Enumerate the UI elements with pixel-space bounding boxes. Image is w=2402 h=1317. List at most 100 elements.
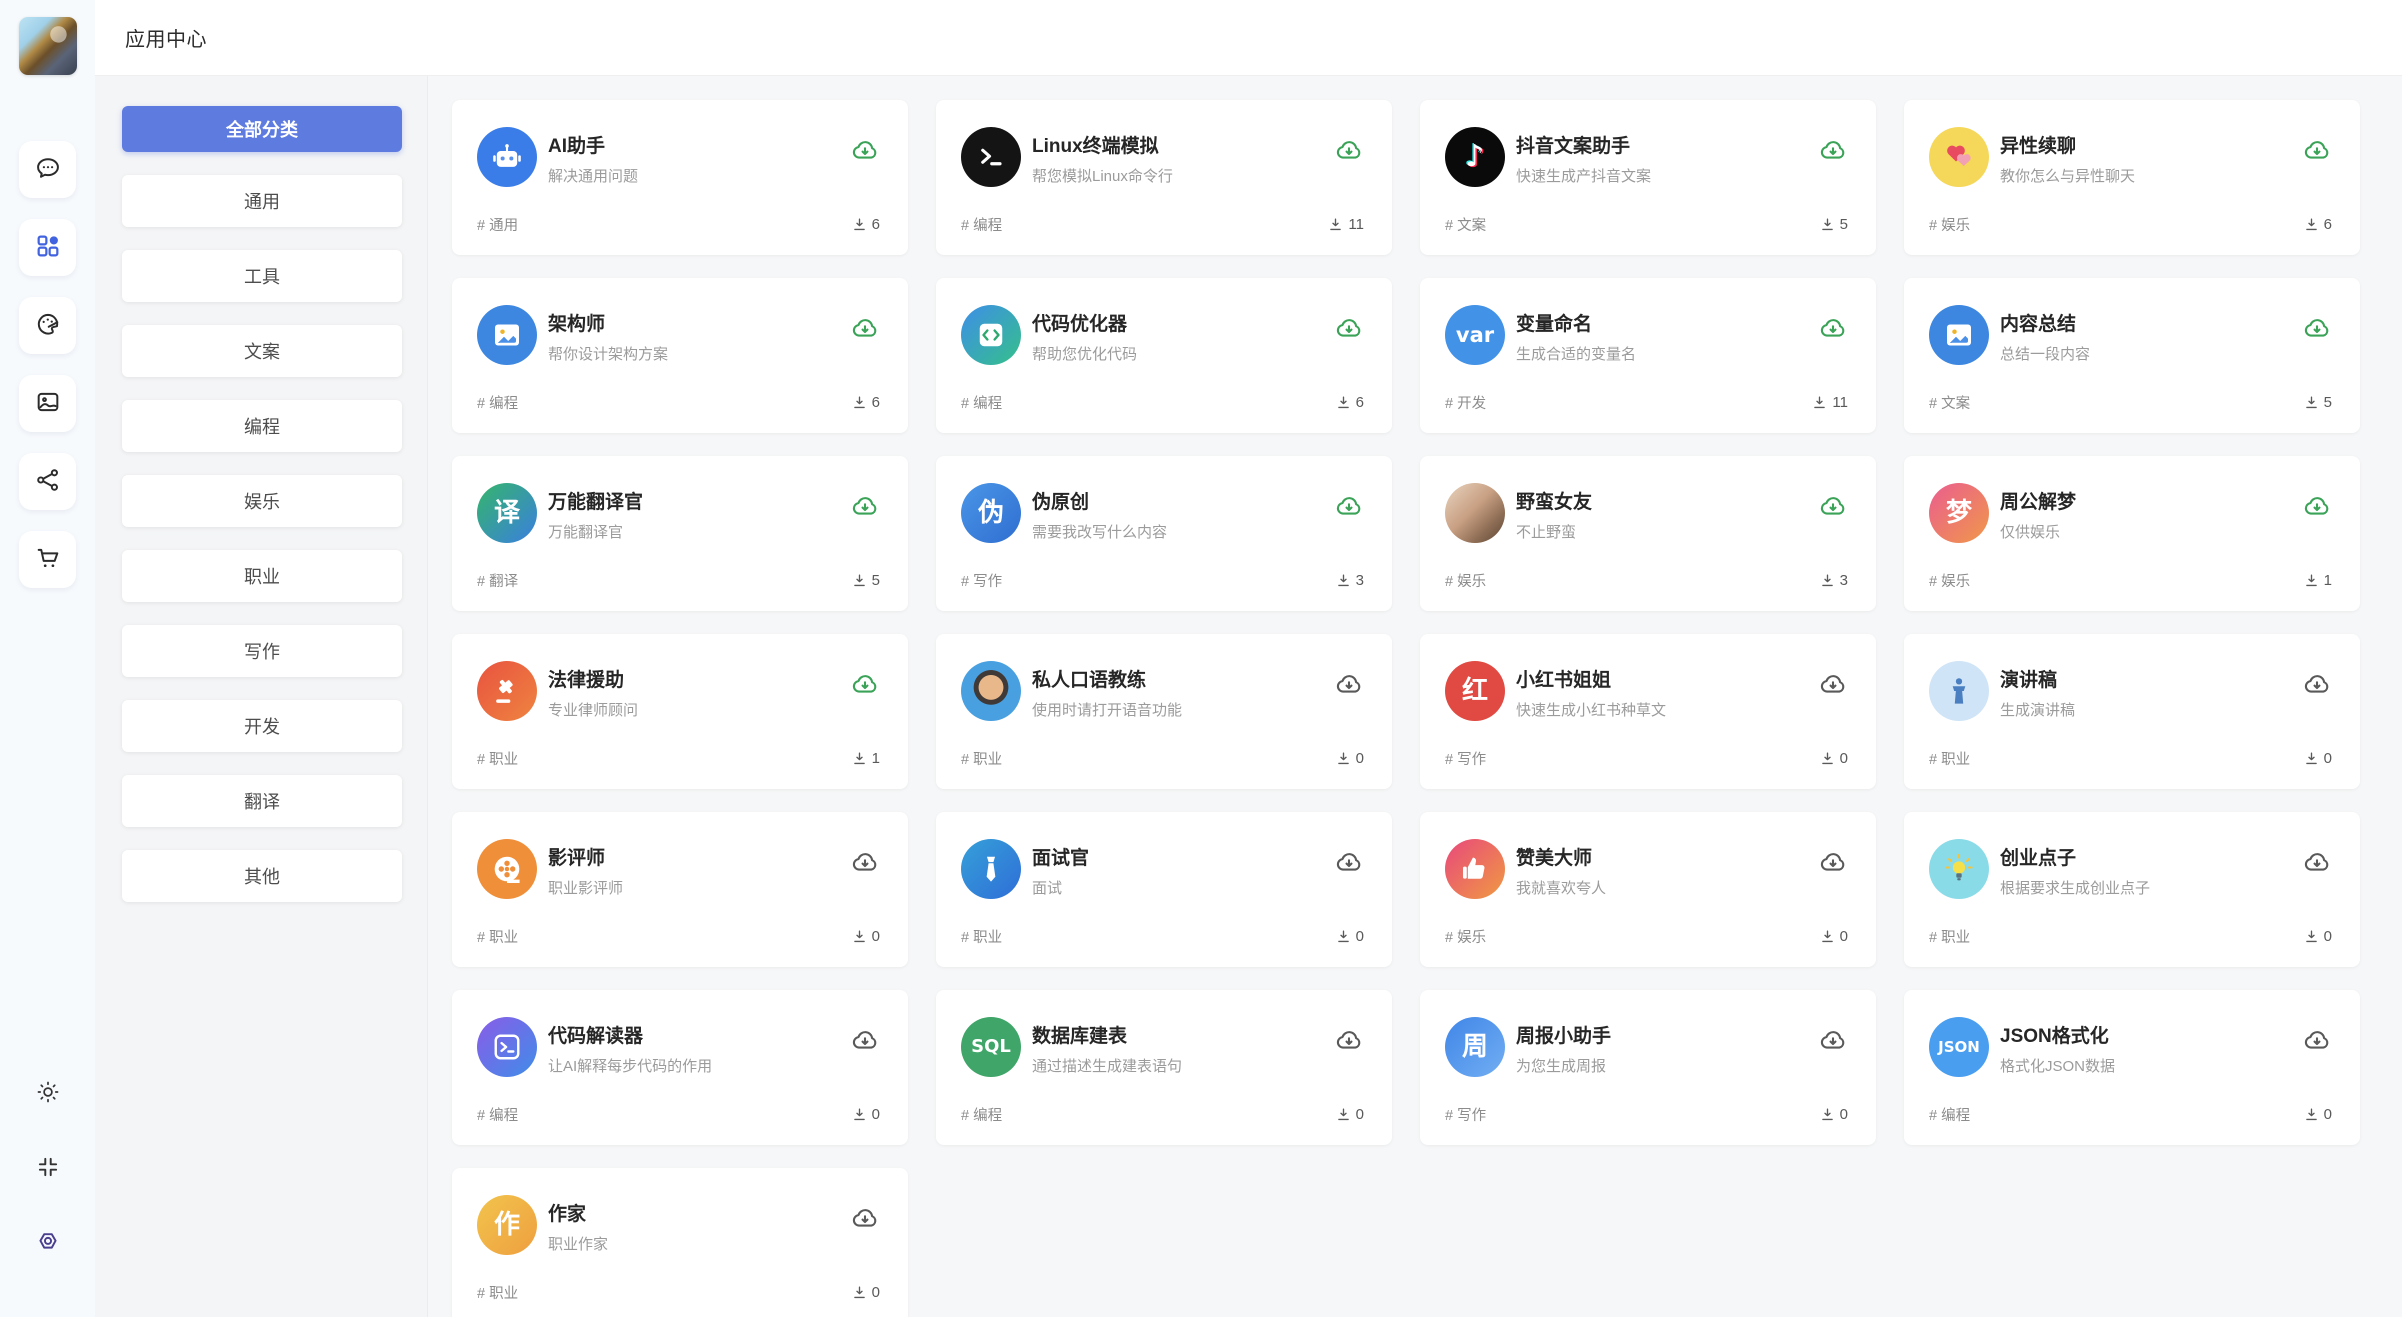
- app-card[interactable]: 影评师职业影评师# 职业0: [452, 812, 908, 967]
- app-description: 不止野蛮: [1516, 521, 1796, 542]
- cloud-download-button[interactable]: [2302, 670, 2332, 700]
- cloud-download-button[interactable]: [1334, 314, 1364, 344]
- cloud-download-button[interactable]: [850, 1026, 880, 1056]
- rail-item-settings[interactable]: [34, 1229, 62, 1257]
- download-count-icon: [1819, 216, 1836, 233]
- app-card[interactable]: 私人口语教练使用时请打开语音功能# 职业0: [936, 634, 1392, 789]
- category-3[interactable]: 文案: [122, 325, 402, 377]
- app-card[interactable]: 面试官面试# 职业0: [936, 812, 1392, 967]
- app-title: 代码优化器: [1032, 309, 1312, 336]
- app-title: AI助手: [548, 131, 828, 158]
- app-card[interactable]: 梦周公解梦仅供娱乐# 娱乐1: [1904, 456, 2360, 611]
- cloud-download-button[interactable]: [1334, 848, 1364, 878]
- app-card[interactable]: 红小红书姐姐快速生成小红书种草文# 写作0: [1420, 634, 1876, 789]
- category-all-active[interactable]: 全部分类: [122, 106, 402, 152]
- page-header: 应用中心: [95, 0, 2402, 76]
- json-icon: JSON: [1929, 1017, 1989, 1077]
- category-5[interactable]: 娱乐: [122, 475, 402, 527]
- rail-item-apps-grid[interactable]: [19, 219, 76, 276]
- cloud-download-button[interactable]: [1334, 1026, 1364, 1056]
- app-card[interactable]: ♪抖音文案助手快速生成产抖音文案# 文案5: [1420, 100, 1876, 255]
- download-count: 0: [2303, 928, 2332, 945]
- category-7[interactable]: 写作: [122, 625, 402, 677]
- app-card-foot: # 职业0: [961, 926, 1364, 947]
- category-6[interactable]: 职业: [122, 550, 402, 602]
- app-card[interactable]: 译万能翻译官万能翻译官# 翻译5: [452, 456, 908, 611]
- cloud-download-button[interactable]: [1818, 492, 1848, 522]
- cloud-download-button[interactable]: [850, 492, 880, 522]
- app-title: 内容总结: [2000, 309, 2280, 336]
- app-card[interactable]: AI助手解决通用问题# 通用6: [452, 100, 908, 255]
- app-card[interactable]: SQL数据库建表通过描述生成建表语句# 编程0: [936, 990, 1392, 1145]
- rail-item-share[interactable]: [19, 453, 76, 510]
- app-card-foot: # 职业0: [477, 926, 880, 947]
- category-2[interactable]: 工具: [122, 250, 402, 302]
- download-count-icon: [1811, 394, 1828, 411]
- app-card[interactable]: 内容总结总结一段内容# 文案5: [1904, 278, 2360, 433]
- download-count: 0: [851, 1106, 880, 1123]
- cloud-download-button[interactable]: [2302, 492, 2332, 522]
- cloud-download-button[interactable]: [1818, 1026, 1848, 1056]
- download-count-value: 0: [872, 1106, 880, 1123]
- app-card[interactable]: 野蛮女友不止野蛮# 娱乐3: [1420, 456, 1876, 611]
- icon-glyph: 梦: [1946, 500, 1972, 526]
- cloud-download-button[interactable]: [2302, 314, 2332, 344]
- cloud-download-button[interactable]: [850, 136, 880, 166]
- app-card[interactable]: 代码优化器帮助您优化代码# 编程6: [936, 278, 1392, 433]
- app-card[interactable]: 创业点子根据要求生成创业点子# 职业0: [1904, 812, 2360, 967]
- cloud-download-button[interactable]: [850, 848, 880, 878]
- cloud-download-button[interactable]: [850, 314, 880, 344]
- download-count: 3: [1335, 572, 1364, 589]
- app-card[interactable]: 伪伪原创需要我改写什么内容# 写作3: [936, 456, 1392, 611]
- download-count-icon: [2303, 216, 2320, 233]
- film-reel-icon: [477, 839, 537, 899]
- app-card[interactable]: 周周报小助手为您生成周报# 写作0: [1420, 990, 1876, 1145]
- cloud-download-button[interactable]: [1334, 670, 1364, 700]
- category-10[interactable]: 其他: [122, 850, 402, 902]
- cloud-download-button[interactable]: [850, 670, 880, 700]
- app-card[interactable]: 架构师帮你设计架构方案# 编程6: [452, 278, 908, 433]
- app-card[interactable]: 异性续聊教你怎么与异性聊天# 娱乐6: [1904, 100, 2360, 255]
- app-card[interactable]: 法律援助专业律师顾问# 职业1: [452, 634, 908, 789]
- app-title: 周报小助手: [1516, 1021, 1796, 1048]
- cloud-download-button[interactable]: [2302, 136, 2332, 166]
- rail-item-sun[interactable]: [34, 1079, 62, 1107]
- cloud-download-button[interactable]: [1818, 314, 1848, 344]
- cloud-download-button[interactable]: [2302, 1026, 2332, 1056]
- cloud-download-button[interactable]: [1818, 670, 1848, 700]
- download-count-value: 0: [1356, 1106, 1364, 1123]
- rail-item-cart[interactable]: [19, 531, 76, 588]
- app-card[interactable]: 代码解读器让AI解释每步代码的作用# 编程0: [452, 990, 908, 1145]
- app-card[interactable]: Linux终端模拟帮您模拟Linux命令行# 编程11: [936, 100, 1392, 255]
- app-card[interactable]: JSONJSON格式化格式化JSON数据# 编程0: [1904, 990, 2360, 1145]
- cloud-download-button[interactable]: [2302, 848, 2332, 878]
- rail-item-palette[interactable]: [19, 297, 76, 354]
- app-description: 使用时请打开语音功能: [1032, 699, 1312, 720]
- app-card[interactable]: 演讲稿生成演讲稿# 职业0: [1904, 634, 2360, 789]
- rail-item-collapse[interactable]: [34, 1154, 62, 1182]
- download-count: 0: [1819, 1106, 1848, 1123]
- app-card[interactable]: 作作家职业作家# 职业0: [452, 1168, 908, 1317]
- app-category-tag: # 通用: [477, 214, 518, 235]
- app-title: Linux终端模拟: [1032, 131, 1312, 158]
- category-4[interactable]: 编程: [122, 400, 402, 452]
- app-card[interactable]: 赞美大师我就喜欢夸人# 娱乐0: [1420, 812, 1876, 967]
- download-count: 0: [2303, 1106, 2332, 1123]
- category-8[interactable]: 开发: [122, 700, 402, 752]
- download-count: 6: [2303, 216, 2332, 233]
- cloud-download-button[interactable]: [850, 1204, 880, 1234]
- category-1[interactable]: 通用: [122, 175, 402, 227]
- download-count: 1: [851, 750, 880, 767]
- avatar[interactable]: [19, 17, 77, 75]
- download-count-icon: [1335, 928, 1352, 945]
- podium-icon: [1929, 661, 1989, 721]
- category-9[interactable]: 翻译: [122, 775, 402, 827]
- app-card[interactable]: var变量命名生成合适的变量名# 开发11: [1420, 278, 1876, 433]
- rail-item-image[interactable]: [19, 375, 76, 432]
- cloud-download-button[interactable]: [1334, 492, 1364, 522]
- app-description: 快速生成产抖音文案: [1516, 165, 1796, 186]
- rail-item-chat[interactable]: [19, 141, 76, 198]
- cloud-download-button[interactable]: [1334, 136, 1364, 166]
- cloud-download-button[interactable]: [1818, 848, 1848, 878]
- cloud-download-button[interactable]: [1818, 136, 1848, 166]
